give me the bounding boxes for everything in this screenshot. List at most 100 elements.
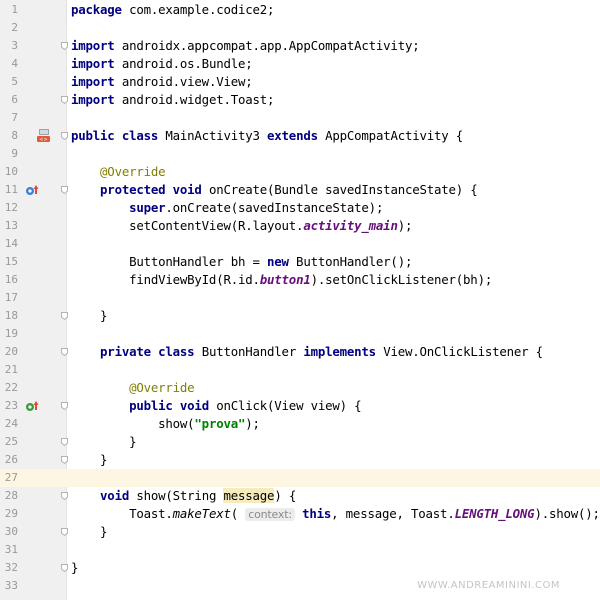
code-text[interactable]: } <box>71 523 107 541</box>
code-text[interactable]: Toast.makeText( context: this, message, … <box>71 505 600 524</box>
code-line[interactable]: 12 super.onCreate(savedInstanceState); <box>0 199 600 217</box>
code-text[interactable]: show("prova"); <box>71 415 260 433</box>
code-text[interactable]: public class MainActivity3 extends AppCo… <box>71 127 463 145</box>
code-line[interactable]: 13 setContentView(R.layout.activity_main… <box>0 217 600 235</box>
line-number: 21 <box>4 363 18 376</box>
code-text[interactable]: } <box>71 433 136 451</box>
layout-file-icon[interactable]: <> <box>36 128 50 146</box>
code-line[interactable]: 21 <box>0 361 600 379</box>
fold-marker[interactable] <box>61 564 68 572</box>
code-token: ) { <box>274 488 297 503</box>
fold-marker[interactable] <box>61 456 68 464</box>
code-text[interactable]: } <box>71 307 107 325</box>
code-line[interactable]: 14 <box>0 235 600 253</box>
code-text[interactable]: super.onCreate(savedInstanceState); <box>71 199 383 217</box>
code-token: public void <box>129 398 209 413</box>
code-text[interactable]: protected void onCreate(Bundle savedInst… <box>71 181 478 199</box>
code-line[interactable]: 9 <box>0 145 600 163</box>
code-text[interactable]: package com.example.codice2; <box>71 1 274 19</box>
code-line[interactable]: 16 findViewById(R.id.button1).setOnClick… <box>0 271 600 289</box>
code-line[interactable]: 19 <box>0 325 600 343</box>
code-text[interactable]: import androidx.appcompat.app.AppCompatA… <box>71 37 420 55</box>
code-line[interactable]: 10 @Override <box>0 163 600 181</box>
code-line[interactable]: 22 @Override <box>0 379 600 397</box>
code-line[interactable]: 29 Toast.makeText( context: this, messag… <box>0 505 600 523</box>
code-line[interactable]: 11 protected void onCreate(Bundle savedI… <box>0 181 600 199</box>
fold-marker[interactable] <box>61 96 68 104</box>
code-token: android.os.Bundle; <box>114 56 253 71</box>
line-number: 19 <box>4 327 18 340</box>
fold-marker[interactable] <box>61 312 68 320</box>
code-token: activity_main <box>303 218 398 233</box>
code-token: } <box>71 560 79 575</box>
line-number: 12 <box>4 201 18 214</box>
code-editor[interactable]: 1 package com.example.codice2; 2 3 import an… <box>0 1 600 595</box>
line-number: 16 <box>4 273 18 286</box>
code-line[interactable]: 30 } <box>0 523 600 541</box>
code-text[interactable]: private class ButtonHandler implements V… <box>71 343 543 361</box>
code-token: show(String <box>129 488 224 503</box>
code-text[interactable]: import android.widget.Toast; <box>71 91 274 109</box>
line-number: 13 <box>4 219 18 232</box>
code-token: ); <box>245 416 260 431</box>
line-number: 14 <box>4 237 18 250</box>
code-line[interactable]: 24 show("prova"); <box>0 415 600 433</box>
code-line[interactable]: 20 private class ButtonHandler implement… <box>0 343 600 361</box>
code-line[interactable]: 3 import androidx.appcompat.app.AppCompat… <box>0 37 600 55</box>
line-number: 23 <box>4 399 18 412</box>
code-line[interactable]: 31 <box>0 541 600 559</box>
code-text[interactable]: import android.view.View; <box>71 73 253 91</box>
line-number: 29 <box>4 507 18 520</box>
code-token: import <box>71 38 115 53</box>
code-token: MainActivity3 <box>158 128 268 143</box>
line-number: 27 <box>4 471 18 484</box>
fold-marker[interactable] <box>61 528 68 536</box>
code-line[interactable]: 8 <> public class MainActivity3 extends Ap… <box>0 127 600 145</box>
code-text[interactable]: findViewById(R.id.button1).setOnClickLis… <box>71 271 492 289</box>
line-number: 10 <box>4 165 18 178</box>
line-number: 30 <box>4 525 18 538</box>
code-text[interactable]: } <box>71 559 78 577</box>
code-token: androidx.appcompat.app.AppCompatActivity… <box>114 38 420 53</box>
code-token: ).show(); <box>534 506 600 521</box>
code-line[interactable]: 25 } <box>0 433 600 451</box>
fold-marker[interactable] <box>61 438 68 446</box>
code-line[interactable]: 26 } <box>0 451 600 469</box>
code-line[interactable]: 28 void show(String message) { <box>0 487 600 505</box>
code-text[interactable]: @Override <box>71 163 166 181</box>
code-text[interactable]: } <box>71 451 107 469</box>
code-line[interactable]: 5 import android.view.View; <box>0 73 600 91</box>
code-token: ButtonHandler <box>194 344 304 359</box>
code-token: super <box>129 200 166 215</box>
fold-marker[interactable] <box>61 132 68 140</box>
code-line[interactable]: 2 <box>0 19 600 37</box>
code-text[interactable]: @Override <box>71 379 195 397</box>
code-line[interactable]: 6 import android.widget.Toast; <box>0 91 600 109</box>
code-line[interactable]: 17 <box>0 289 600 307</box>
code-line[interactable]: 18 } <box>0 307 600 325</box>
code-text[interactable]: setContentView(R.layout.activity_main); <box>71 217 412 235</box>
code-token: AppCompatActivity { <box>317 128 464 143</box>
code-line[interactable]: 27 <box>0 469 600 487</box>
line-number: 28 <box>4 489 18 502</box>
code-line[interactable]: 23 public void onClick(View view) { <box>0 397 600 415</box>
code-text[interactable]: public void onClick(View view) { <box>71 397 362 415</box>
fold-marker[interactable] <box>61 402 68 410</box>
code-token: ( <box>230 506 246 521</box>
code-text[interactable]: ButtonHandler bh = new ButtonHandler(); <box>71 253 412 271</box>
code-line[interactable]: 4 import android.os.Bundle; <box>0 55 600 73</box>
code-line[interactable]: 32} <box>0 559 600 577</box>
fold-marker[interactable] <box>61 492 68 500</box>
code-line[interactable]: 1 package com.example.codice2; <box>0 1 600 19</box>
fold-marker[interactable] <box>61 42 68 50</box>
code-token: show( <box>71 416 195 431</box>
fold-marker[interactable] <box>61 348 68 356</box>
line-number: 5 <box>11 75 18 88</box>
code-line[interactable]: 15 ButtonHandler bh = new ButtonHandler(… <box>0 253 600 271</box>
fold-marker[interactable] <box>61 186 68 194</box>
code-text[interactable]: import android.os.Bundle; <box>71 55 253 73</box>
code-line[interactable]: 7 <box>0 109 600 127</box>
line-number: 15 <box>4 255 18 268</box>
code-text[interactable]: void show(String message) { <box>71 487 296 505</box>
